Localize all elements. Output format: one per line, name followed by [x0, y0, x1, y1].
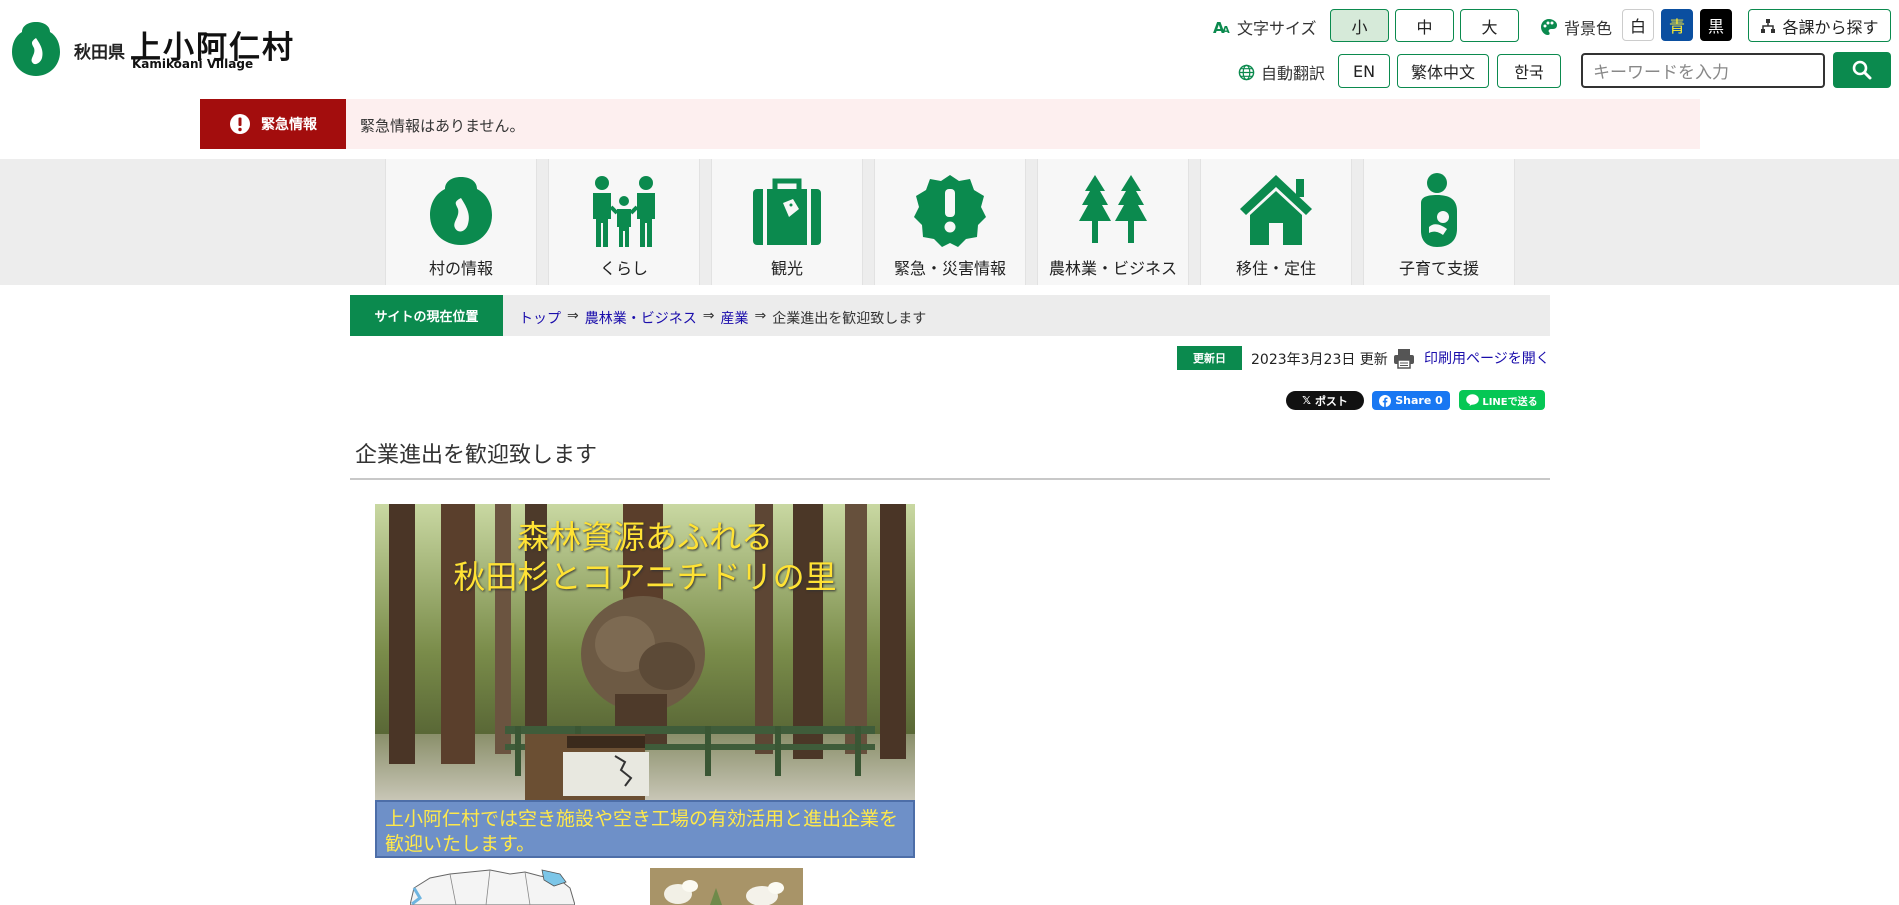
globe-icon	[1238, 64, 1255, 80]
nav-label: 農林業・ビジネス	[1048, 259, 1177, 278]
line-send-button[interactable]: LINEで送る	[1459, 390, 1545, 410]
exclamation-icon	[230, 114, 250, 134]
nav-label: 子育て支援	[1398, 259, 1479, 278]
facebook-icon	[1379, 394, 1392, 407]
breadcrumb-arrow: ⇒	[567, 308, 579, 324]
breadcrumb-label: サイトの現在位置	[350, 295, 503, 336]
family-icon	[593, 176, 655, 247]
emergency-text: 緊急情報はありません。	[360, 117, 525, 135]
nav-label: 村の情報	[428, 259, 493, 278]
font-size-small-button[interactable]: 小	[1330, 9, 1389, 42]
x-logo-icon: 𝕏	[1302, 394, 1311, 407]
lang-ko-button[interactable]: 한국	[1497, 54, 1561, 88]
breadcrumb-link-industry[interactable]: 産業	[720, 308, 748, 328]
lang-zh-button[interactable]: 繁体中文	[1397, 54, 1489, 88]
map-thumbnail	[410, 868, 575, 905]
nav-emergency[interactable]: 緊急・災害情報	[874, 159, 1026, 285]
breadcrumb-link-agri[interactable]: 農林業・ビジネス	[585, 308, 697, 328]
bg-color-tool: 背景色	[1540, 15, 1612, 39]
logo-prefecture[interactable]: 秋田県	[74, 38, 125, 63]
nav-village-info[interactable]: 村の情報	[385, 159, 537, 285]
village-logo-icon	[430, 177, 492, 245]
update-badge: 更新日	[1177, 346, 1242, 370]
breadcrumb-current: 企業進出を歓迎致します	[772, 311, 927, 327]
alert-icon	[914, 175, 986, 247]
breadcrumb-link-top[interactable]: トップ	[519, 308, 561, 328]
nav-label: 緊急・災害情報	[893, 259, 1006, 278]
village-logo-icon[interactable]	[10, 18, 62, 78]
page-title: 企業進出を歓迎致します	[355, 443, 598, 468]
line-send-label: LINEで送る	[1482, 396, 1538, 408]
search-input[interactable]: キーワードを入力	[1581, 53, 1825, 88]
x-post-label: ポスト	[1314, 394, 1348, 408]
font-size-large-button[interactable]: 大	[1460, 9, 1519, 42]
nav-living[interactable]: くらし	[548, 159, 700, 285]
suitcase-icon	[753, 178, 821, 245]
dept-search-label: 各課から探す	[1782, 17, 1879, 37]
parent-child-icon	[1421, 173, 1457, 247]
emergency-label-box: 緊急情報	[200, 99, 346, 149]
bg-color-label: 背景色	[1564, 19, 1613, 38]
sitemap-icon	[1761, 18, 1776, 33]
house-icon	[1240, 175, 1312, 245]
hero-image: 森林資源あふれる 秋田杉とコアニチドリの里	[375, 504, 915, 800]
nav-agri-business[interactable]: 農林業・ビジネス	[1037, 159, 1189, 285]
emergency-label: 緊急情報	[261, 117, 317, 133]
nav-label: 移住・定住	[1235, 259, 1316, 278]
update-date: 2023年3月23日 更新	[1251, 352, 1388, 368]
search-icon	[1852, 60, 1872, 80]
flower-thumbnail	[650, 868, 803, 905]
printer-icon[interactable]	[1393, 347, 1415, 369]
bg-blue-button[interactable]: 青	[1661, 9, 1693, 41]
translate-tool: 自動翻訳	[1238, 60, 1325, 84]
map-image	[410, 868, 575, 905]
lang-en-button[interactable]: EN	[1338, 54, 1390, 88]
nav-migration[interactable]: 移住・定住	[1200, 159, 1352, 285]
translate-label: 自動翻訳	[1261, 64, 1326, 83]
bg-white-button[interactable]: 白	[1622, 9, 1654, 41]
print-page-link[interactable]: 印刷用ページを開く	[1424, 348, 1550, 368]
nav-tourism[interactable]: 観光	[711, 159, 863, 285]
font-size-medium-button[interactable]: 中	[1395, 9, 1454, 42]
trees-icon	[1079, 175, 1147, 243]
x-post-button[interactable]: 𝕏 ポスト	[1286, 391, 1364, 410]
svg-text:A: A	[1222, 25, 1230, 35]
hero-title-line2: 秋田杉とコアニチドリの里	[453, 558, 837, 596]
font-size-icon: A A	[1213, 19, 1230, 35]
font-size-tool: A A 文字サイズ	[1213, 15, 1317, 39]
nav-label: 観光	[770, 259, 803, 278]
line-icon	[1466, 394, 1480, 406]
nav-childcare[interactable]: 子育て支援	[1363, 159, 1515, 285]
palette-icon	[1541, 19, 1557, 35]
dept-search-button[interactable]: 各課から探す	[1748, 9, 1891, 42]
title-divider	[350, 478, 1550, 480]
font-size-label: 文字サイズ	[1237, 19, 1317, 38]
nav-label: くらし	[599, 259, 648, 278]
search-button[interactable]	[1833, 52, 1891, 88]
breadcrumb-trail: トップ ⇒ 農林業・ビジネス ⇒ 産業 ⇒ 企業進出を歓迎致します	[519, 308, 926, 328]
bg-black-button[interactable]: 黒	[1700, 9, 1732, 41]
flower-image	[650, 868, 803, 905]
breadcrumb-arrow: ⇒	[702, 308, 715, 324]
hero-caption: 上小阿仁村では空き施設や空き工場の有効活用と進出企業を歓迎いたします。	[375, 800, 915, 858]
facebook-share-label: Share 0	[1395, 394, 1443, 407]
facebook-share-button[interactable]: Share 0	[1372, 391, 1450, 410]
breadcrumb-arrow: ⇒	[754, 308, 767, 324]
logo-village-en[interactable]: Kamikoani Village	[132, 57, 253, 71]
